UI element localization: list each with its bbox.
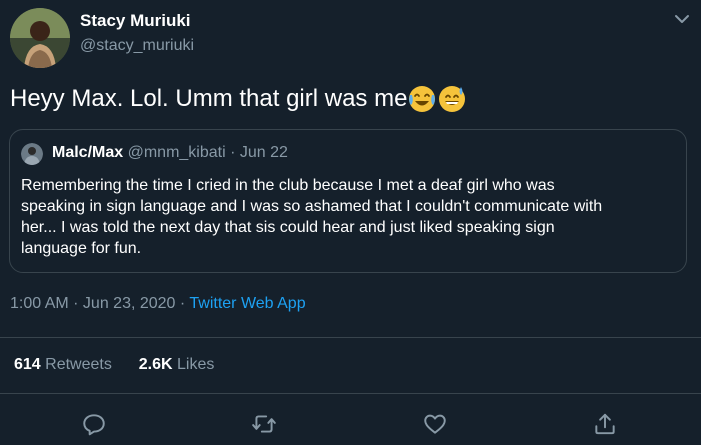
- meta-separator: ·: [175, 295, 190, 312]
- quoted-text-line: speaking in sign language and I was so a…: [21, 198, 603, 215]
- quoted-text: Remembering the time I cried in the club…: [21, 175, 681, 259]
- chevron-down-icon[interactable]: [672, 12, 692, 26]
- quoted-author-name[interactable]: Malc/Max: [52, 144, 123, 161]
- likes-count: 2.6K: [138, 356, 173, 373]
- author-handle[interactable]: @stacy_muriuki: [80, 37, 194, 55]
- like-icon[interactable]: [422, 411, 448, 437]
- timestamp[interactable]: 1:00 AM · Jun 23, 2020: [10, 295, 175, 312]
- source-link[interactable]: Twitter Web App: [189, 295, 305, 312]
- reply-icon[interactable]: [81, 411, 107, 437]
- face-with-tears-of-joy-icon: [407, 84, 437, 114]
- author-avatar[interactable]: [10, 8, 70, 68]
- quoted-author-avatar[interactable]: [21, 143, 43, 165]
- author-name[interactable]: Stacy Muriuki: [80, 11, 191, 31]
- likes-stat[interactable]: 2.6K Likes: [139, 356, 215, 373]
- tweet-text: Heyy Max. Lol. Umm that girl was me: [10, 84, 467, 114]
- quoted-date[interactable]: Jun 22: [240, 144, 288, 161]
- tweet-body: Heyy Max. Lol. Umm that girl was me: [10, 85, 408, 112]
- retweets-count: 614: [14, 356, 41, 373]
- divider: [0, 337, 701, 338]
- divider: [0, 393, 701, 394]
- share-icon[interactable]: [592, 411, 618, 437]
- tweet-meta: 1:00 AM · Jun 23, 2020 · Twitter Web App: [10, 295, 306, 313]
- likes-label: Likes: [177, 356, 215, 373]
- quoted-text-line: her... I was told the next day that sis …: [21, 219, 555, 236]
- quoted-author-handle[interactable]: @mnm_kibati: [128, 144, 226, 161]
- tweet-stats: 614 Retweets 2.6K Likes: [14, 356, 214, 374]
- grinning-face-with-sweat-icon: [437, 84, 467, 114]
- quoted-text-line: language for fun.: [21, 240, 142, 257]
- quoted-header: Malc/Max @mnm_kibati · Jun 22: [52, 144, 288, 162]
- retweets-label: Retweets: [45, 356, 112, 373]
- quoted-tweet[interactable]: Malc/Max @mnm_kibati · Jun 22 Rememberin…: [9, 129, 687, 273]
- tweet-card: Stacy Muriuki @stacy_muriuki Heyy Max. L…: [0, 0, 701, 445]
- retweet-icon[interactable]: [251, 411, 277, 437]
- retweets-stat[interactable]: 614 Retweets: [14, 356, 116, 373]
- quoted-text-line: Remembering the time I cried in the club…: [21, 177, 555, 194]
- quoted-separator: ·: [230, 144, 236, 161]
